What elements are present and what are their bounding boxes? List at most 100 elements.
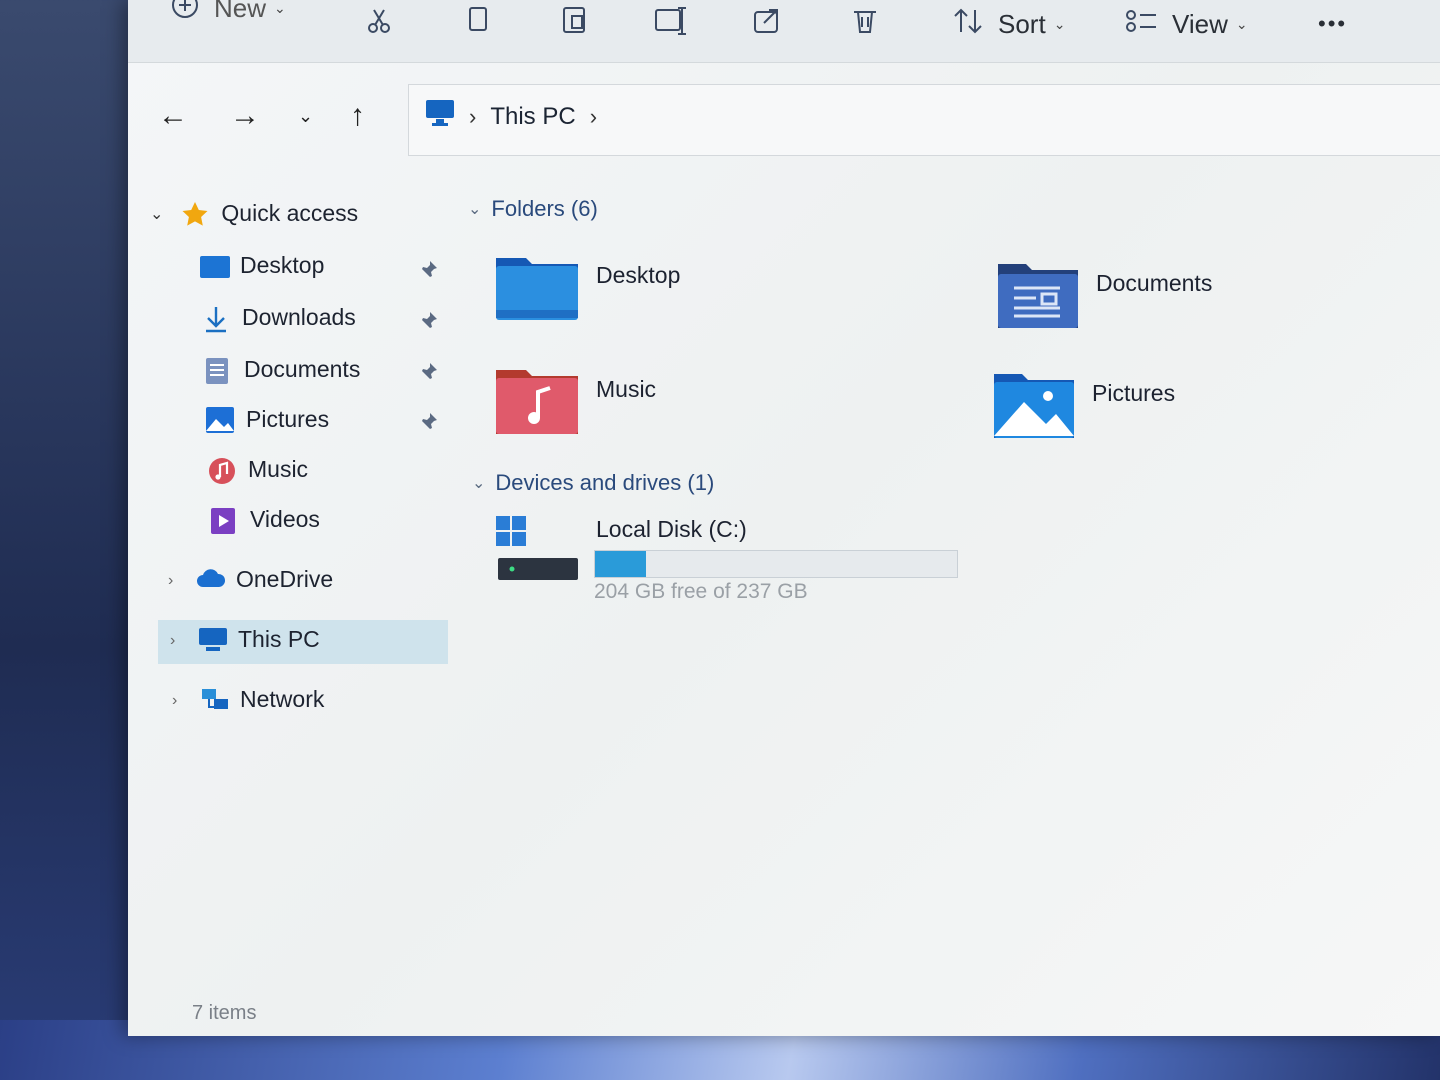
documents-folder-icon — [996, 262, 1080, 335]
desktop-folder-icon — [200, 253, 230, 279]
arrow-up-icon: ↑ — [350, 99, 365, 132]
videos-icon — [210, 507, 240, 534]
sidebar-item-label: Videos — [250, 506, 320, 532]
breadcrumb-this-pc[interactable]: This PC — [490, 103, 575, 131]
status-bar-item-count: 7 items — [192, 1002, 257, 1024]
sidebar-item-label: Music — [248, 456, 309, 482]
pin-icon[interactable] — [420, 362, 438, 380]
sidebar-item-label: This PC — [238, 626, 320, 652]
expand-network-chevron-icon[interactable]: › — [172, 692, 177, 710]
sidebar-item-label: Downloads — [242, 304, 356, 330]
folder-tile-documents[interactable]: Documents — [996, 262, 1212, 335]
folder-label: Documents — [1096, 270, 1213, 296]
sidebar-item-onedrive[interactable]: OneDrive — [196, 566, 333, 593]
pin-icon[interactable] — [420, 260, 438, 278]
chevron-down-icon: ⌄ — [274, 0, 286, 16]
chevron-down-icon: ⌄ — [298, 105, 314, 126]
share-icon — [752, 6, 782, 43]
copy-button[interactable] — [464, 4, 494, 44]
recent-locations-button[interactable]: ⌄ — [298, 92, 313, 140]
cut-button[interactable] — [364, 4, 394, 44]
devices-section-header[interactable]: ⌄ Devices and drives (1) — [472, 470, 714, 496]
view-list-icon — [1124, 6, 1158, 43]
drive-label: Local Disk (C:) — [596, 516, 747, 542]
sidebar-item-label: Pictures — [246, 406, 330, 432]
network-icon — [200, 687, 230, 713]
sidebar-item-videos[interactable]: Videos — [210, 506, 320, 534]
drive-usage-fill — [595, 551, 646, 577]
sidebar-item-label: Desktop — [240, 252, 325, 278]
arrow-left-icon: ← — [158, 99, 188, 132]
scissors-icon — [364, 6, 394, 43]
copy-icon — [464, 6, 494, 43]
sidebar-item-label: OneDrive — [236, 566, 334, 592]
up-button[interactable]: ↑ — [350, 92, 365, 140]
drive-free-space-text: 204 GB free of 237 GB — [594, 580, 808, 603]
share-button[interactable] — [752, 4, 782, 44]
view-button[interactable]: View ⌄ — [1124, 4, 1248, 44]
expand-onedrive-chevron-icon[interactable]: › — [168, 572, 173, 590]
command-bar: New ⌄ Sort ⌄ View ⌄ ••• — [128, 0, 1440, 63]
pin-icon[interactable] — [420, 412, 438, 430]
hard-drive-icon — [496, 514, 580, 589]
folder-label: Music — [596, 376, 657, 402]
sidebar-item-label: Network — [240, 686, 325, 712]
sidebar-item-label: Quick access — [221, 200, 359, 226]
monitor-icon — [425, 99, 455, 134]
sidebar-item-network[interactable]: Network — [200, 686, 324, 713]
sort-icon — [952, 6, 984, 43]
music-icon — [208, 457, 238, 484]
document-icon — [204, 357, 234, 384]
sidebar-item-pictures[interactable]: Pictures — [206, 406, 329, 433]
plus-circle-icon — [170, 0, 200, 27]
new-label: New — [214, 0, 267, 23]
sidebar-item-downloads[interactable]: Downloads — [202, 304, 356, 332]
breadcrumb-separator-icon: › — [589, 103, 598, 129]
chevron-down-icon: ⌄ — [468, 201, 482, 218]
delete-button[interactable] — [850, 4, 880, 44]
paste-icon — [560, 6, 590, 43]
view-label: View — [1172, 8, 1228, 39]
sidebar-item-music[interactable]: Music — [208, 456, 309, 484]
expand-this-pc-chevron-icon[interactable]: › — [170, 632, 175, 650]
paste-button[interactable] — [560, 4, 590, 44]
drive-usage-bar — [594, 550, 958, 578]
cloud-icon — [196, 567, 226, 593]
pin-icon[interactable] — [420, 311, 438, 329]
folder-tile-desktop[interactable]: Desktop — [494, 254, 680, 327]
pictures-icon — [206, 406, 236, 433]
folder-tile-music[interactable]: Music — [494, 368, 656, 441]
download-icon — [202, 305, 232, 332]
breadcrumb-separator-icon: › — [469, 103, 477, 129]
sidebar-item-documents[interactable]: Documents — [204, 356, 361, 384]
folder-tile-pictures[interactable]: Pictures — [992, 372, 1175, 445]
chevron-down-icon: ⌄ — [150, 205, 164, 223]
music-folder-icon — [494, 368, 580, 441]
star-icon — [181, 201, 211, 227]
chevron-down-icon: ⌄ — [1235, 15, 1248, 32]
back-button[interactable]: ← — [158, 92, 188, 140]
address-bar[interactable]: › This PC › — [408, 84, 1440, 156]
forward-button[interactable]: → — [230, 92, 260, 140]
more-options-button[interactable]: ••• — [1318, 4, 1347, 44]
chevron-down-icon: ⌄ — [1053, 15, 1066, 32]
folder-label: Desktop — [596, 262, 681, 288]
arrow-right-icon: → — [230, 99, 260, 132]
folder-label: Pictures — [1092, 380, 1176, 406]
sort-label: Sort — [998, 8, 1046, 39]
sidebar-item-quick-access[interactable]: ⌄ Quick access — [150, 200, 358, 227]
chevron-down-icon: ⌄ — [472, 475, 486, 492]
navigation-pane: ⌄ Quick access Desktop Downloads Documen… — [128, 180, 458, 740]
desktop-folder-icon — [494, 254, 580, 327]
folders-section-header[interactable]: ⌄ Folders (6) — [468, 196, 598, 222]
rename-icon — [654, 6, 688, 43]
sidebar-item-label: Documents — [244, 356, 361, 382]
devices-header-label: Devices and drives (1) — [495, 470, 715, 495]
new-button[interactable]: New ⌄ — [170, 0, 286, 28]
sidebar-item-desktop[interactable]: Desktop — [200, 252, 324, 279]
rename-button[interactable] — [654, 4, 688, 44]
sidebar-item-this-pc[interactable]: This PC — [198, 626, 320, 653]
sort-button[interactable]: Sort ⌄ — [952, 4, 1065, 44]
folders-header-label: Folders (6) — [491, 196, 598, 221]
monitor-icon — [198, 627, 228, 653]
